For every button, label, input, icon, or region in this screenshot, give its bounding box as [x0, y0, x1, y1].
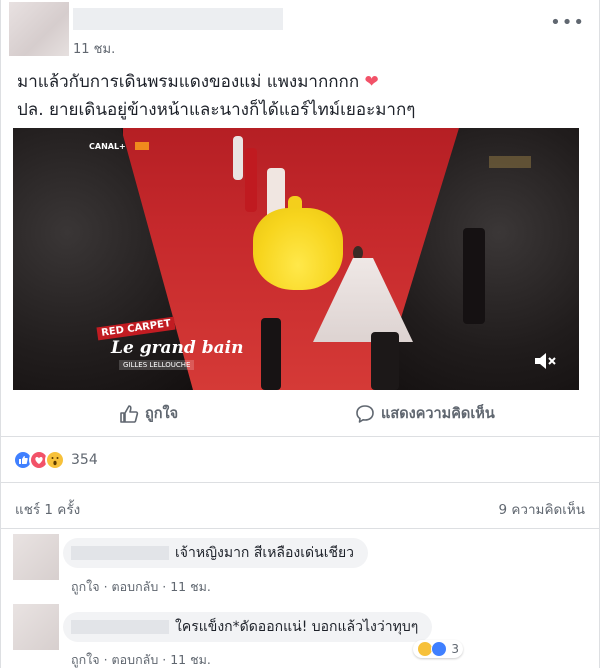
yellow-gown — [253, 208, 343, 290]
figure-suit-3 — [463, 228, 485, 324]
comment-time[interactable]: 11 ชม. — [170, 579, 211, 594]
film-title-overlay: Le grand bain — [111, 338, 244, 358]
more-options-icon[interactable]: ••• — [550, 12, 585, 33]
figure-suit-1 — [261, 318, 281, 390]
author-avatar[interactable] — [9, 2, 69, 56]
reaction-count: 354 — [71, 452, 98, 468]
commenter-avatar[interactable] — [13, 604, 59, 650]
section-divider — [1, 436, 600, 437]
figure-red — [245, 148, 257, 212]
comment-text: ใครแข็งก*ดัดออกแน่! บอกแล้วไงว่าทุบๆ — [175, 619, 419, 635]
comment-reply-link[interactable]: ตอบกลับ — [112, 652, 159, 667]
heart-emoji-icon: ❤ — [364, 72, 379, 92]
commenter-name-redacted[interactable] — [71, 620, 169, 634]
post-text: มาแล้วกับการเดินพรมแดงของแม่ แพงมากกกก ❤… — [17, 68, 577, 124]
comment-meta: ถูกใจ · ตอบกลับ · 11 ชม. — [71, 650, 211, 670]
comment-count[interactable]: 9 ความคิดเห็น — [498, 498, 585, 520]
comment-reaction-summary[interactable]: 3 — [413, 640, 463, 658]
white-gown-head — [353, 246, 363, 260]
comment-like-link[interactable]: ถูกใจ — [71, 579, 100, 594]
reaction-summary[interactable]: 354 — [13, 450, 98, 470]
comment-reaction-count: 3 — [451, 642, 459, 656]
like-button[interactable]: ถูกใจ — [119, 402, 178, 425]
thumbs-up-icon — [120, 404, 139, 423]
facebook-post-card: 11 ชม. ••• มาแล้วกับการเดินพรมแดงของแม่ … — [0, 0, 600, 668]
post-text-line1: มาแล้วกับการเดินพรมแดงของแม่ แพงมากกกก — [17, 72, 360, 92]
section-divider — [1, 482, 600, 483]
video-player[interactable]: CANAL+ RED CARPET Le grand bain GILLES L… — [13, 128, 579, 390]
comment-button-label: แสดงความคิดเห็น — [381, 406, 495, 422]
comment-reply-link[interactable]: ตอบกลับ — [112, 579, 159, 594]
author-name-redacted[interactable] — [73, 8, 283, 30]
meta-separator: · — [162, 579, 167, 594]
comment-bubble: เจ้าหญิงมาก สีเหลืองเด่นเชียว — [63, 538, 369, 568]
commenter-avatar[interactable] — [13, 534, 59, 580]
commenter-name-redacted[interactable] — [71, 546, 169, 560]
figure-suit-2 — [371, 332, 399, 390]
film-director-overlay: GILLES LELLOUCHE — [119, 360, 195, 370]
share-count[interactable]: แชร์ 1 ครั้ง — [15, 498, 80, 520]
meta-separator: · — [103, 652, 108, 667]
channel-logo — [135, 142, 149, 150]
post-action-bar: ถูกใจ แสดงความคิดเห็น — [1, 396, 600, 430]
comment-like-link[interactable]: ถูกใจ — [71, 652, 100, 667]
like-reaction-icon — [431, 641, 448, 657]
event-badge — [489, 156, 531, 168]
meta-separator: · — [103, 579, 108, 594]
section-divider — [1, 528, 600, 529]
meta-separator: · — [162, 652, 167, 667]
comment-meta: ถูกใจ · ตอบกลับ · 11 ชม. — [71, 577, 211, 597]
mute-speaker-icon[interactable] — [533, 350, 557, 372]
post-text-line2: ปล. ยายเดินอยู่ข้างหน้าและนางก็ได้แอร์ไท… — [17, 100, 416, 120]
wow-reaction-icon — [45, 450, 65, 470]
comment-time[interactable]: 11 ชม. — [170, 652, 211, 667]
like-button-label: ถูกใจ — [145, 406, 179, 422]
channel-label: CANAL+ — [89, 142, 126, 151]
post-timestamp[interactable]: 11 ชม. — [73, 38, 115, 59]
comment-bubble-icon — [356, 404, 374, 423]
comment-bubble: ใครแข็งก*ดัดออกแน่! บอกแล้วไงว่าทุบๆ — [63, 612, 433, 642]
comment-text: เจ้าหญิงมาก สีเหลืองเด่นเชียว — [175, 545, 355, 561]
comment-button[interactable]: แสดงความคิดเห็น — [355, 402, 495, 425]
figure-white — [233, 136, 243, 180]
